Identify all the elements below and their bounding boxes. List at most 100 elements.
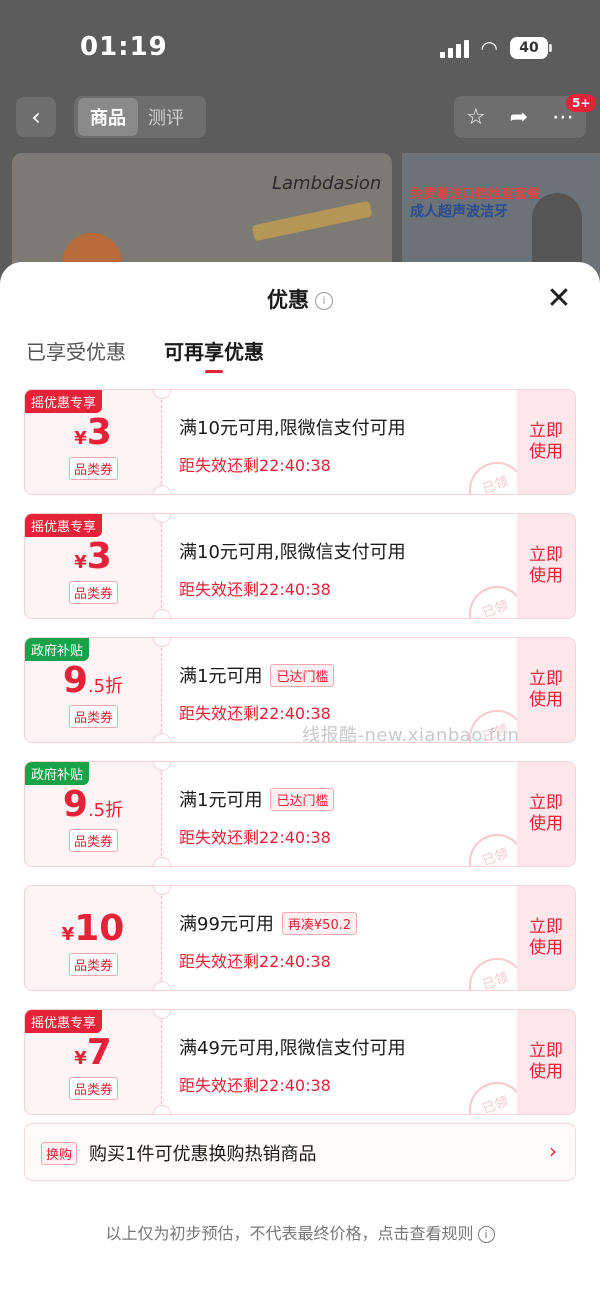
- use-now-label: 立即使用: [529, 545, 563, 586]
- coupon-type: 品类券: [69, 1077, 119, 1100]
- background-page: 01:19 ◠ 40 ‹ 商品 测评 ☆ ➦ ⋯ 5+ Lambdasion 免…: [0, 0, 600, 300]
- coupon-condition: 满99元可用: [179, 914, 274, 935]
- product-segment-control: 商品 测评: [74, 96, 206, 138]
- coupon-condition-row: 满10元可用,限微信支付可用: [179, 538, 406, 564]
- coupon-value: 摇优惠专享 ¥3 品类券: [25, 514, 161, 618]
- coupon-condition-row: 满1元可用 已达门槛: [179, 786, 335, 812]
- coupon-number: 7: [86, 1032, 112, 1073]
- coupon-condition: 满49元可用,限微信支付可用: [179, 1038, 406, 1059]
- tab-available[interactable]: 可再享优惠: [164, 336, 264, 373]
- coupon-suffix: .5折: [87, 676, 124, 697]
- coupon-chip: 再凑¥50.2: [281, 911, 358, 935]
- message-badge: 5+: [566, 94, 597, 112]
- coupon-expire: 距失效还剩22:40:38: [179, 828, 331, 847]
- coupon-divider: [161, 524, 162, 608]
- use-now-button[interactable]: 立即使用: [517, 886, 575, 990]
- back-icon: ‹: [31, 103, 41, 131]
- use-now-button[interactable]: 立即使用: [517, 514, 575, 618]
- use-now-label: 立即使用: [529, 1041, 563, 1082]
- coupon-amount: 9.5折: [25, 660, 161, 701]
- claimed-stamp-text: 已领: [480, 598, 511, 619]
- coupon-value: 政府补贴 9.5折 品类券: [25, 638, 161, 742]
- footer-text: 以上仅为初步预估，不代表最终价格，点击查看规则: [105, 1224, 474, 1243]
- chevron-right-icon: ›: [549, 1139, 557, 1163]
- back-button[interactable]: ‹: [16, 97, 56, 137]
- coupon-tag: 政府补贴: [25, 638, 90, 661]
- coupon-card[interactable]: 摇优惠专享 ¥3 品类券 满10元可用,限微信支付可用距失效还剩22:40:38 已领立…: [24, 513, 576, 619]
- coupon-expire: 距失效还剩22:40:38: [179, 952, 331, 971]
- use-now-label: 立即使用: [529, 421, 563, 462]
- coupon-type: 品类券: [69, 581, 119, 604]
- coupon-value: ¥10 品类券: [25, 886, 161, 990]
- watermark: 线报酷-new.xianbao.fun: [302, 725, 520, 746]
- info-icon[interactable]: i: [315, 292, 333, 310]
- share-icon[interactable]: ➦: [510, 105, 528, 130]
- coupon-card[interactable]: 摇优惠专享 ¥7 品类券 满49元可用,限微信支付可用 距失效还剩22:40:38 已领立…: [24, 1009, 576, 1115]
- coupon-chip: 已达门槛: [270, 787, 335, 811]
- segment-review[interactable]: 测评: [138, 98, 194, 136]
- use-now-button[interactable]: 立即使用: [517, 1010, 575, 1114]
- promo-line1: 免费赠送口腔检查套餐: [410, 187, 541, 202]
- coupon-type: 品类券: [69, 829, 119, 852]
- close-button[interactable]: ✕: [544, 284, 574, 314]
- coupon-currency: ¥: [61, 924, 75, 945]
- footer-note[interactable]: 以上仅为初步预估，不代表最终价格，点击查看规则 i: [0, 1220, 600, 1244]
- coupon-amount: 9.5折: [25, 784, 161, 825]
- coupon-currency: ¥: [74, 1048, 87, 1069]
- coupon-detail: 满10元可用,限微信支付可用距失效还剩22:40:38 已领: [163, 514, 533, 619]
- coupon-number: 3: [86, 412, 112, 453]
- segment-product[interactable]: 商品: [78, 98, 138, 136]
- exchange-tag: 换购: [41, 1142, 78, 1165]
- coupon-condition-row: 满10元可用,限微信支付可用: [179, 414, 406, 440]
- coupon-card[interactable]: ¥10 品类券 满99元可用 再凑¥50.2 距失效还剩22:40:38 已领 立即使用: [24, 885, 576, 991]
- coupon-card[interactable]: 摇优惠专享 ¥3 品类券 满10元可用,限微信支付可用 距失效还剩22:40:38 已领立…: [24, 389, 576, 495]
- coupon-divider: [161, 648, 162, 732]
- exchange-row[interactable]: 换购 购买1件可优惠换购热销商品 ›: [24, 1123, 576, 1181]
- tab-enjoyed[interactable]: 已享受优惠: [26, 336, 126, 373]
- coupon-number: 3: [86, 536, 112, 577]
- battery-icon: 40: [510, 37, 552, 59]
- coupon-divider: [161, 1020, 162, 1104]
- promo-line2: 成人超声波洁牙: [410, 204, 508, 220]
- coupon-detail: 满99元可用 再凑¥50.2 距失效还剩22:40:38 已领: [163, 886, 533, 990]
- coupon-value: 政府补贴 9.5折 品类券: [25, 762, 161, 866]
- coupon-condition-row: 满1元可用 已达门槛: [179, 662, 335, 688]
- coupon-detail: 满49元可用,限微信支付可用 距失效还剩22:40:38 已领: [163, 1010, 533, 1114]
- coupon-card[interactable]: 政府补贴 9.5折 品类券 满1元可用 已达门槛 距失效还剩22:40:38 已领 立即使用: [24, 761, 576, 867]
- coupon-chip: 已达门槛: [270, 663, 335, 687]
- coupon-condition: 满1元可用: [179, 666, 263, 687]
- use-now-label: 立即使用: [529, 917, 563, 958]
- coupon-expire: 距失效还剩22:40:38: [179, 580, 331, 599]
- claimed-stamp-text: 已领: [480, 846, 511, 867]
- coupon-number: 10: [74, 908, 125, 949]
- battery-level: 40: [519, 40, 539, 56]
- use-now-button[interactable]: 立即使用: [517, 638, 575, 742]
- coupon-condition-row: 满49元可用,限微信支付可用: [179, 1034, 406, 1060]
- coupon-list: 摇优惠专享 ¥3 品类券 满10元可用,限微信支付可用 距失效还剩22:40:38 已领立…: [24, 389, 576, 1133]
- coupon-tag: 摇优惠专享: [25, 390, 103, 413]
- use-now-button[interactable]: 立即使用: [517, 390, 575, 494]
- product-shape: [251, 200, 373, 242]
- coupon-sheet: 优惠 i ✕ 已享受优惠 可再享优惠 摇优惠专享 ¥3 品类券 满10元可用,限微信支付…: [0, 262, 600, 1304]
- exchange-text: 购买1件可优惠换购热销商品: [89, 1144, 317, 1165]
- coupon-currency: ¥: [74, 552, 87, 573]
- use-now-button[interactable]: 立即使用: [517, 762, 575, 866]
- status-time: 01:19: [80, 32, 168, 62]
- coupon-amount: ¥3: [25, 412, 161, 453]
- star-icon[interactable]: ☆: [466, 105, 486, 130]
- coupon-type: 品类券: [69, 953, 119, 976]
- coupon-detail: 满1元可用 已达门槛距失效还剩22:40:38 已领: [163, 762, 533, 867]
- sheet-title-text: 优惠: [267, 288, 309, 312]
- hero-brand-text: Lambdasion: [272, 173, 382, 194]
- coupon-tag: 摇优惠专享: [25, 514, 103, 537]
- sheet-title: 优惠 i: [0, 284, 600, 314]
- coupon-expire: 距失效还剩22:40:38: [179, 1076, 331, 1095]
- coupon-divider: [161, 896, 162, 980]
- coupon-number: 9: [62, 660, 88, 701]
- info-icon: i: [477, 1226, 495, 1243]
- coupon-number: 9: [62, 784, 88, 825]
- claimed-stamp-text: 已领: [480, 474, 511, 495]
- coupon-tag: 摇优惠专享: [25, 1010, 103, 1033]
- coupon-suffix: .5折: [87, 800, 124, 821]
- coupon-type: 品类券: [69, 457, 119, 480]
